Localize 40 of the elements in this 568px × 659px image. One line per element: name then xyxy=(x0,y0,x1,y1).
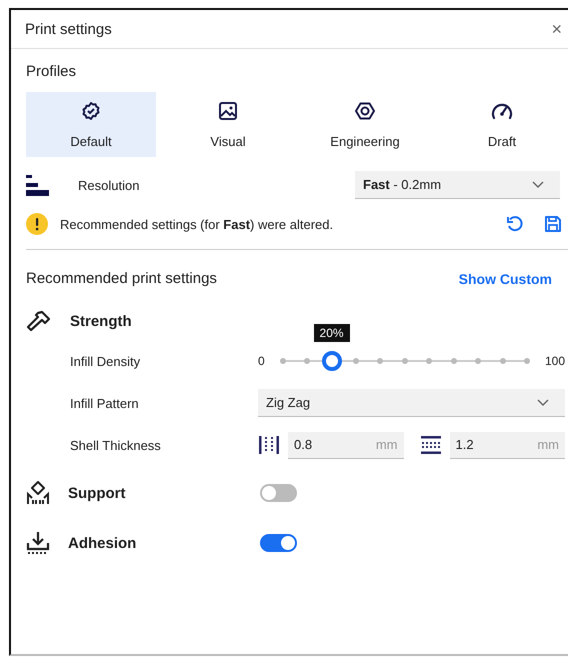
profile-tab[interactable]: Default xyxy=(26,92,156,157)
profile-tab[interactable]: Draft xyxy=(437,92,567,157)
wall-thickness-field[interactable]: 0.8 mm xyxy=(288,432,404,458)
hammer-icon xyxy=(26,310,52,332)
hexagon-nut-icon xyxy=(355,100,375,120)
top-bottom-thickness-icon xyxy=(420,435,442,455)
chevron-down-icon xyxy=(532,180,544,188)
infill-pattern-dropdown[interactable]: Zig Zag xyxy=(258,389,565,417)
slider-thumb[interactable] xyxy=(322,351,342,371)
support-icon xyxy=(26,481,50,505)
wall-thickness-icon xyxy=(258,435,280,455)
window-title: Print settings xyxy=(25,20,112,38)
resolution-dropdown[interactable]: Fast - 0.2mm xyxy=(355,171,560,199)
warning-icon xyxy=(26,213,48,235)
category-title: Adhesion xyxy=(68,534,138,552)
profile-tab[interactable]: Engineering xyxy=(300,92,430,157)
warning-message: Recommended settings (for Fast) were altered. xyxy=(60,216,334,232)
slider-max-label: 100 xyxy=(544,354,565,368)
toggle-switch[interactable] xyxy=(260,484,297,502)
section-title: Profiles xyxy=(26,63,78,80)
show-custom-link[interactable]: Show Custom xyxy=(458,270,552,286)
top-bottom-thickness-field[interactable]: 1.2 mm xyxy=(450,432,565,458)
category-title: Support xyxy=(68,484,126,502)
category-title: Strength xyxy=(70,312,133,330)
save-icon[interactable] xyxy=(542,213,564,235)
value-tooltip: 20% xyxy=(314,324,350,342)
gear-icon xyxy=(81,100,101,120)
toggle-switch[interactable] xyxy=(260,534,297,552)
setting-label: Infill Pattern xyxy=(70,396,140,410)
slider-min-label: 0 xyxy=(258,354,265,368)
setting-label: Shell Thickness xyxy=(70,438,162,452)
close-button[interactable]: × xyxy=(547,18,566,40)
chevron-down-icon xyxy=(537,398,549,406)
profile-tab[interactable]: Visual xyxy=(163,92,293,157)
section-title: Recommended print settings xyxy=(26,270,217,287)
resolution-icon xyxy=(26,174,50,196)
resolution-label: Resolution xyxy=(78,178,140,192)
adhesion-icon xyxy=(26,531,50,555)
setting-label: Infill Density xyxy=(70,354,142,368)
image-icon xyxy=(218,100,238,120)
